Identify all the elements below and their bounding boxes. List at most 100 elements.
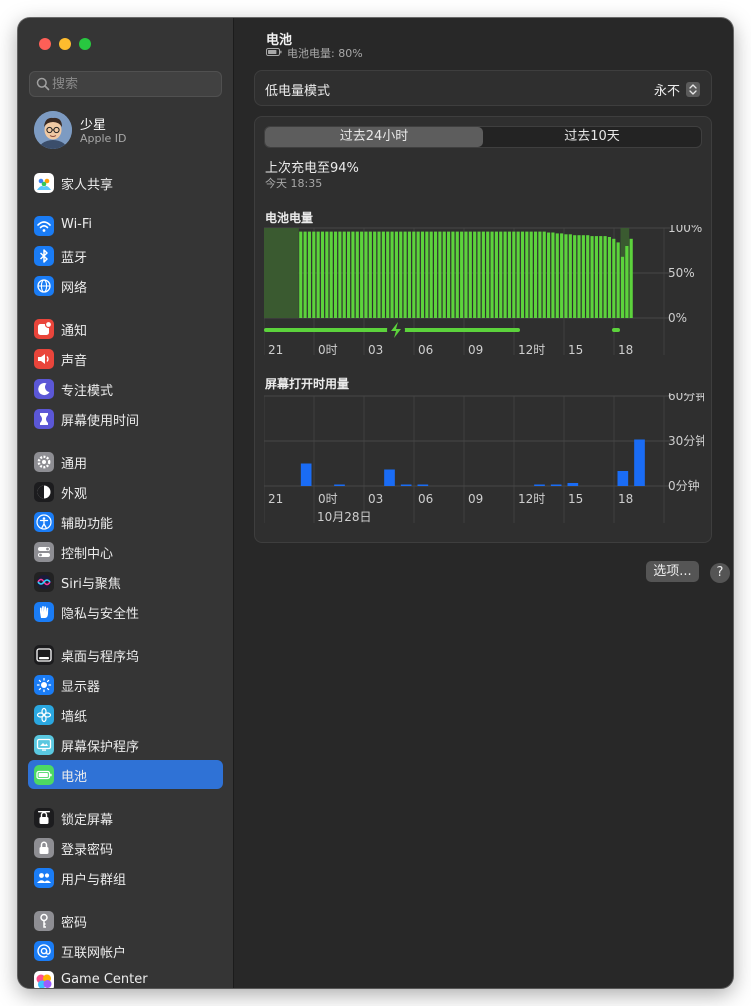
- family-sharing-icon: [34, 173, 54, 193]
- battery-bar: [364, 231, 368, 318]
- search-field[interactable]: [29, 71, 222, 97]
- sidebar-item-label: 屏幕使用时间: [61, 414, 140, 429]
- sidebar-item-lock[interactable]: 登录密码: [28, 833, 223, 862]
- minimize-window-button[interactable]: [59, 38, 71, 50]
- sidebar-item-key[interactable]: 密码: [28, 906, 223, 935]
- battery-bar: [394, 231, 398, 318]
- sidebar-item-siri[interactable]: Siri与聚焦: [28, 567, 223, 596]
- battery-bar: [494, 231, 498, 318]
- tab-last-10-days[interactable]: 过去10天: [483, 127, 701, 147]
- battery-bar: [616, 242, 620, 318]
- sidebar-item-label: 家人共享: [61, 178, 114, 193]
- low-power-mode-value[interactable]: 永不: [654, 80, 680, 99]
- sidebar-item-appearance[interactable]: 外观: [28, 477, 223, 506]
- battery-bar: [316, 231, 320, 318]
- gear-icon: [34, 452, 54, 472]
- appearance-icon: [34, 482, 54, 502]
- sidebar: 少星 Apple ID 家人共享 Wi-Fi 蓝牙网络通知声音专注模式屏幕使用时间通…: [18, 18, 234, 988]
- x-tick-label: 06: [418, 343, 433, 357]
- battery-bar: [507, 231, 512, 318]
- battery-bar: [425, 231, 429, 318]
- sidebar-item-label: 控制中心: [61, 547, 114, 562]
- x-tick-label: 06: [418, 492, 433, 506]
- sidebar-item-notification-bell[interactable]: 通知: [28, 314, 223, 343]
- usage-bar: [550, 484, 562, 486]
- sidebar-item-label: 通用: [61, 457, 88, 472]
- battery-bar: [525, 231, 529, 318]
- sidebar-item-control-center[interactable]: 控制中心: [28, 537, 223, 566]
- search-icon: [36, 77, 50, 91]
- help-button[interactable]: ?: [710, 563, 730, 583]
- sidebar-item-sun[interactable]: 显示器: [28, 670, 223, 699]
- sidebar-item-bluetooth[interactable]: 蓝牙: [28, 241, 223, 270]
- sidebar-item-label: 屏幕保护程序: [61, 740, 140, 755]
- battery-bar: [555, 233, 559, 318]
- x-tick-label: 21: [268, 492, 283, 506]
- battery-bar: [564, 234, 568, 318]
- battery-bar: [533, 231, 538, 318]
- sidebar-item-label: Siri与聚焦: [61, 577, 121, 592]
- y-tick-label: 0%: [668, 311, 687, 325]
- search-input[interactable]: [52, 74, 212, 94]
- sidebar-item-users[interactable]: 用户与群组: [28, 863, 223, 892]
- sidebar-item-label: 密码: [61, 916, 88, 931]
- sidebar-item-gear[interactable]: 通用: [28, 447, 223, 476]
- battery-bar: [403, 231, 407, 318]
- sidebar-item-label: 登录密码: [61, 843, 114, 858]
- battery-level-chart: 100% 50% 0% 21 0时 03 06 09 12时 15 18: [264, 225, 702, 357]
- usage-bar: [634, 439, 645, 486]
- usage-bar: [334, 484, 345, 486]
- battery-bar: [433, 231, 438, 318]
- sidebar-item-label: 锁定屏幕: [61, 813, 114, 828]
- battery-bar: [320, 231, 325, 318]
- sidebar-item-label: 声音: [61, 354, 88, 369]
- sidebar-item-game-center[interactable]: Game Center: [28, 966, 223, 988]
- sidebar-item-at-sign[interactable]: 互联网帐户: [28, 936, 223, 965]
- sidebar-item-label: 电池: [61, 770, 88, 785]
- x-tick-label: 09: [468, 343, 483, 357]
- battery-bar: [499, 231, 503, 318]
- close-window-button[interactable]: [39, 38, 51, 50]
- chevron-up-down-icon: [689, 84, 697, 95]
- sidebar-item-family-sharing[interactable]: 家人共享: [28, 168, 223, 197]
- sidebar-item-battery[interactable]: 电池: [28, 760, 223, 789]
- battery-bar: [355, 231, 359, 318]
- low-power-mode-select[interactable]: [686, 82, 700, 97]
- sidebar-item-lock-screen[interactable]: 锁定屏幕: [28, 803, 223, 832]
- sidebar-item-screensaver[interactable]: 屏幕保护程序: [28, 730, 223, 759]
- sidebar-item-speaker[interactable]: 声音: [28, 344, 223, 373]
- battery-bar: [486, 231, 490, 318]
- battery-bar: [442, 231, 446, 318]
- wifi-icon: [34, 216, 54, 236]
- options-button[interactable]: 选项...: [646, 561, 699, 582]
- notification-bell-icon: [34, 319, 54, 339]
- sidebar-item-label: Game Center: [61, 972, 148, 987]
- battery-bar: [299, 231, 303, 318]
- sidebar-item-dock[interactable]: 桌面与程序坞: [28, 640, 223, 669]
- battery-bar: [407, 231, 412, 318]
- x-tick-label: 21: [268, 343, 283, 357]
- sidebar-item-moon[interactable]: 专注模式: [28, 374, 223, 403]
- usage-bar: [384, 469, 395, 486]
- sidebar-item-hourglass[interactable]: 屏幕使用时间: [28, 404, 223, 433]
- x-tick-label: 0时: [318, 343, 338, 357]
- battery-bar: [329, 231, 333, 318]
- zoom-window-button[interactable]: [79, 38, 91, 50]
- sidebar-item-wallpaper-flower[interactable]: 墙纸: [28, 700, 223, 729]
- no-data-region: [264, 228, 299, 318]
- apple-id-profile[interactable]: 少星 Apple ID: [34, 111, 224, 151]
- sidebar-item-label: 外观: [61, 487, 88, 502]
- battery-bar: [481, 231, 485, 318]
- sun-icon: [34, 675, 54, 695]
- battery-bar: [342, 231, 346, 318]
- battery-bar: [386, 231, 390, 318]
- sidebar-item-accessibility[interactable]: 辅助功能: [28, 507, 223, 536]
- battery-bar: [420, 231, 425, 318]
- battery-bar: [625, 246, 629, 318]
- sidebar-item-globe[interactable]: 网络: [28, 271, 223, 300]
- usage-bar: [617, 471, 629, 486]
- sidebar-item-wifi[interactable]: Wi-Fi: [28, 211, 223, 240]
- sidebar-item-hand[interactable]: 隐私与安全性: [28, 597, 223, 626]
- globe-icon: [34, 276, 54, 296]
- tab-last-24-hours[interactable]: 过去24小时: [265, 127, 483, 147]
